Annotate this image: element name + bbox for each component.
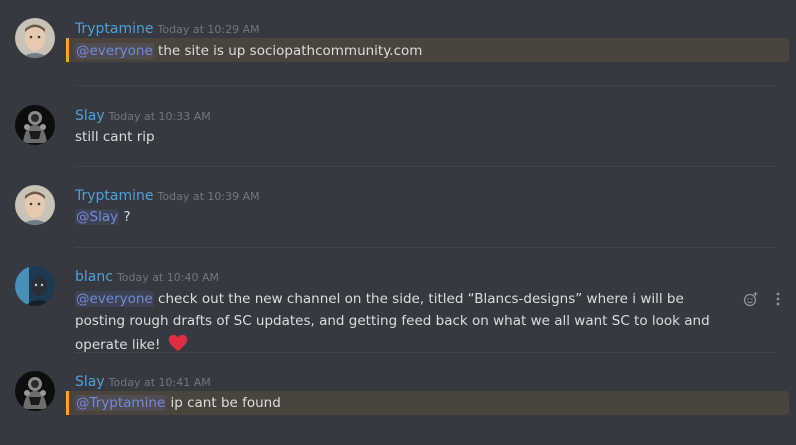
- timestamp[interactable]: Today at 10:40 AM: [117, 271, 219, 284]
- message-text: the site is up sociopathcommunity.com: [153, 43, 423, 59]
- message-header: Slay Today at 10:33 AM: [75, 105, 211, 125]
- username[interactable]: Tryptamine: [75, 21, 154, 37]
- message-divider: [75, 85, 776, 86]
- message-divider: [75, 247, 776, 248]
- message-header: blanc Today at 10:40 AM: [75, 266, 219, 286]
- message-actions: [737, 288, 786, 307]
- message-divider: [75, 352, 776, 353]
- message-text: ?: [119, 209, 131, 225]
- chat-message-list[interactable]: Tryptamine Today at 10:29 AM @everyone th…: [0, 0, 796, 445]
- avatar[interactable]: [15, 18, 55, 58]
- message-content: @everyone the site is up sociopathcommun…: [75, 40, 422, 62]
- message-group: Tryptamine Today at 10:29 AM @everyone th…: [0, 18, 796, 68]
- username[interactable]: Tryptamine: [75, 188, 154, 204]
- message-header: Tryptamine Today at 10:29 AM: [75, 18, 260, 38]
- avatar[interactable]: [15, 105, 55, 145]
- timestamp[interactable]: Today at 10:39 AM: [158, 190, 260, 203]
- avatar[interactable]: [15, 266, 55, 306]
- message-text: still cant rip: [75, 129, 155, 145]
- mention[interactable]: @everyone: [75, 291, 154, 307]
- username[interactable]: Slay: [75, 374, 105, 390]
- timestamp[interactable]: Today at 10:29 AM: [158, 23, 260, 36]
- message-content: still cant rip: [75, 126, 155, 148]
- message-group: Tryptamine Today at 10:39 AM @Slay ?: [0, 185, 796, 235]
- message-divider: [75, 166, 776, 167]
- more-options-icon[interactable]: [770, 291, 786, 307]
- avatar[interactable]: [15, 371, 55, 411]
- message-content: @Slay ?: [75, 206, 131, 228]
- timestamp[interactable]: Today at 10:41 AM: [109, 376, 211, 389]
- add-reaction-icon[interactable]: [743, 291, 759, 307]
- username[interactable]: Slay: [75, 108, 105, 124]
- username[interactable]: blanc: [75, 269, 113, 285]
- message-header: Slay Today at 10:41 AM: [75, 371, 211, 391]
- avatar[interactable]: [15, 185, 55, 225]
- message-group: Slay Today at 10:41 AM @Tryptamine ip can…: [0, 371, 796, 421]
- mention[interactable]: @Tryptamine: [75, 395, 167, 411]
- message-group: Slay Today at 10:33 AM still cant rip: [0, 105, 796, 155]
- message-group: blanc Today at 10:40 AM @everyone check o…: [0, 266, 796, 353]
- message-content: @Tryptamine ip cant be found: [75, 392, 281, 414]
- heart-icon[interactable]: [167, 332, 189, 354]
- timestamp[interactable]: Today at 10:33 AM: [109, 110, 211, 123]
- message-header: Tryptamine Today at 10:39 AM: [75, 185, 260, 205]
- mention[interactable]: @everyone: [75, 43, 154, 59]
- message-text: ip cant be found: [166, 395, 281, 411]
- message-content: @everyone check out the new channel on t…: [75, 288, 735, 356]
- mention[interactable]: @Slay: [75, 209, 120, 225]
